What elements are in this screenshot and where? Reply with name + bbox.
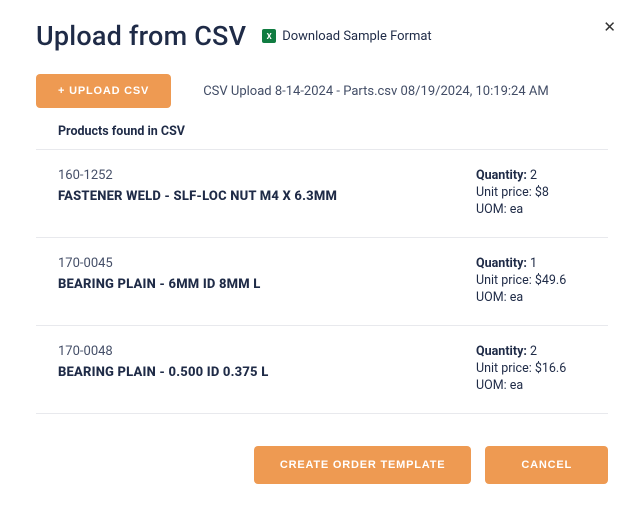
uom-value: ea	[510, 290, 523, 305]
unit-price-label: Unit price:	[476, 273, 532, 288]
modal-footer: CREATE ORDER TEMPLATE CANCEL	[254, 446, 608, 484]
uom-label: UOM:	[476, 378, 507, 393]
upload-status: CSV Upload 8-14-2024 - Parts.csv 08/19/2…	[203, 84, 548, 99]
product-sku: 170-0045	[58, 256, 261, 271]
unit-price-value: $8	[535, 185, 549, 200]
quantity-value: 2	[530, 344, 537, 359]
products-list[interactable]: 160-1252 FASTENER WELD - SLF-LOC NUT M4 …	[36, 149, 608, 414]
uom-value: ea	[510, 202, 523, 217]
unit-price-value: $16.6	[535, 361, 566, 376]
quantity-label: Quantity:	[476, 168, 527, 183]
list-item: 160-1252 FASTENER WELD - SLF-LOC NUT M4 …	[36, 150, 608, 238]
product-sku: 160-1252	[58, 168, 337, 183]
unit-price-value: $49.6	[535, 273, 566, 288]
close-icon[interactable]: ✕	[603, 20, 616, 35]
upload-row: + UPLOAD CSV CSV Upload 8-14-2024 - Part…	[36, 74, 608, 108]
list-item: 170-0045 BEARING PLAIN - 6MM ID 8MM L Qu…	[36, 238, 608, 326]
product-name: BEARING PLAIN - 0.500 ID 0.375 L	[58, 365, 268, 380]
download-sample-link[interactable]: X Download Sample Format	[262, 29, 431, 44]
uom-label: UOM:	[476, 290, 507, 305]
quantity-value: 2	[530, 168, 537, 183]
list-item: 170-0048 BEARING PLAIN - 0.500 ID 0.375 …	[36, 326, 608, 414]
product-sku: 170-0048	[58, 344, 268, 359]
upload-csv-button[interactable]: + UPLOAD CSV	[36, 74, 171, 108]
product-name: FASTENER WELD - SLF-LOC NUT M4 X 6.3MM	[58, 189, 337, 204]
quantity-value: 1	[530, 256, 537, 271]
unit-price-label: Unit price:	[476, 185, 532, 200]
upload-csv-modal: ✕ Upload from CSV X Download Sample Form…	[0, 0, 636, 508]
unit-price-label: Unit price:	[476, 361, 532, 376]
quantity-label: Quantity:	[476, 344, 527, 359]
create-order-template-button[interactable]: CREATE ORDER TEMPLATE	[254, 446, 472, 484]
product-name: BEARING PLAIN - 6MM ID 8MM L	[58, 277, 261, 292]
products-section-label: Products found in CSV	[58, 124, 608, 139]
excel-icon: X	[262, 29, 276, 43]
quantity-label: Quantity:	[476, 256, 527, 271]
uom-value: ea	[510, 378, 523, 393]
cancel-button[interactable]: CANCEL	[485, 446, 608, 484]
uom-label: UOM:	[476, 202, 507, 217]
download-sample-label: Download Sample Format	[282, 29, 431, 44]
modal-header: Upload from CSV X Download Sample Format	[36, 20, 608, 52]
page-title: Upload from CSV	[36, 20, 246, 52]
